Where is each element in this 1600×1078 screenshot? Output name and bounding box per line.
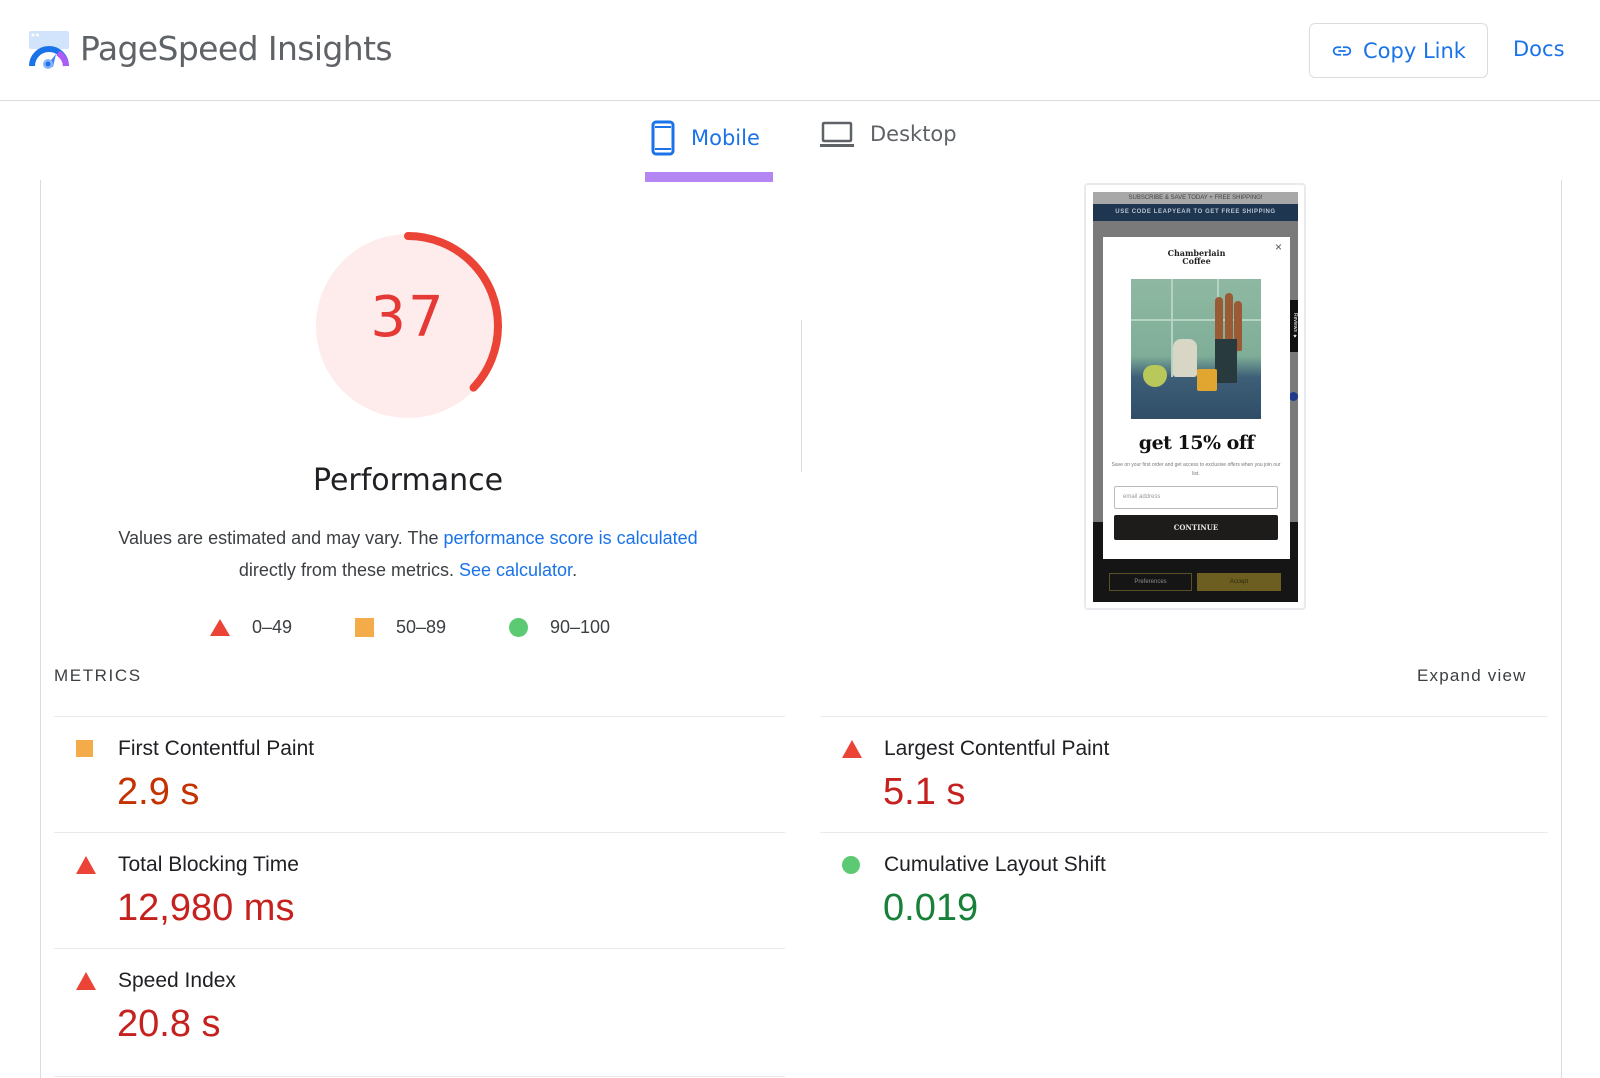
metric-label: Speed Index [118,969,236,992]
tab-desktop[interactable]: Desktop [820,120,957,148]
smartphone-icon [651,120,675,156]
link-icon [1332,45,1352,56]
square-icon [355,618,374,637]
score-calculated-link[interactable]: performance score is calculated [444,528,698,548]
desc-suffix: . [572,560,578,580]
metric-value: 2.9 s [117,771,200,813]
circle-icon [842,856,860,874]
triangle-icon [76,972,96,990]
metric-largest-contentful-paint: Largest Contentful Paint 5.1 s [820,716,1540,828]
legend-pass-label: 90–100 [550,617,611,637]
legend-fail-label: 0–49 [252,617,293,637]
brand-line-2: Coffee [1182,256,1211,266]
divider [54,1076,785,1077]
metric-label: First Contentful Paint [118,737,315,760]
photo-detail [1143,365,1167,387]
legend-pass: 90–100 [509,617,610,638]
metric-label: Total Blocking Time [118,853,299,876]
copy-link-label: Copy Link [1363,38,1466,63]
metric-cumulative-layout-shift: Cumulative Layout Shift 0.019 [820,832,1540,944]
screenshot-continue-button: CONTINUE [1114,515,1278,540]
screenshot-brand-logo: Chamberlain Coffee [1103,249,1290,265]
metric-value: 12,980 ms [117,887,295,929]
card-border-right [1561,180,1562,1078]
metric-first-contentful-paint: First Contentful Paint 2.9 s [54,716,774,828]
photo-detail [1197,369,1217,391]
screenshot-preferences-button: Preferences [1109,573,1192,591]
screenshot-content: SUBSCRIBE & SAVE TODAY + FREE SHIPPING! … [1093,192,1298,602]
performance-score: 37 [370,285,446,350]
active-tab-indicator [645,172,773,182]
metric-speed-index: Speed Index 20.8 s [54,948,774,1060]
screenshot-subtext: Save on your first order and get access … [1111,462,1281,477]
triangle-icon [76,856,96,874]
docs-link[interactable]: Docs [1513,37,1565,61]
desc-text-2: directly from these metrics. [238,560,459,580]
app-title: PageSpeed Insights [80,29,393,68]
pagespeed-logo-icon [29,31,69,69]
score-legend: 0–49 50–89 90–100 [0,617,816,641]
top-header: PageSpeed Insights Copy Link Docs [0,0,1600,101]
screenshot-accept-button: Accept [1197,573,1281,591]
legend-average-label: 50–89 [396,617,447,637]
page-screenshot-thumbnail: SUBSCRIBE & SAVE TODAY + FREE SHIPPING! … [1084,183,1306,610]
photo-detail [1215,339,1237,383]
screenshot-headline: get 15% off [1138,432,1255,454]
metric-value: 0.019 [883,887,979,929]
performance-description: Values are estimated and may vary. The p… [90,522,726,586]
device-tabs: Mobile Desktop [0,102,1600,182]
screenshot-banner-code: USE CODE LEAPYEAR TO GET FREE SHIPPING [1093,204,1298,221]
metric-total-blocking-time: Total Blocking Time 12,980 ms [54,832,774,944]
tab-desktop-label: Desktop [870,122,957,146]
photo-detail [1173,339,1197,377]
metric-value: 5.1 s [883,771,966,813]
screenshot-product-photo [1131,279,1261,419]
screenshot-banner-top: SUBSCRIBE & SAVE TODAY + FREE SHIPPING! [1093,192,1298,204]
desc-text: Values are estimated and may vary. The [118,528,444,548]
tab-mobile-label: Mobile [691,126,760,150]
photo-detail [1225,293,1233,343]
metric-label: Largest Contentful Paint [884,737,1110,760]
metric-value: 20.8 s [117,1003,221,1045]
performance-title: Performance [312,463,504,498]
accessibility-icon [1289,392,1298,401]
legend-average: 50–89 [355,617,446,638]
square-icon [76,740,93,757]
laptop-icon [820,121,854,147]
vertical-divider [801,320,802,472]
see-calculator-link[interactable]: See calculator [459,560,572,580]
legend-fail: 0–49 [210,617,292,638]
screenshot-popup-modal: × Chamberlain Coffee get 15% off Save on … [1103,237,1290,559]
expand-view-button[interactable]: Expand view [1417,666,1527,686]
triangle-icon [210,619,230,636]
copy-link-button[interactable]: Copy Link [1309,23,1488,78]
metrics-heading: METRICS [54,666,142,685]
circle-icon [509,618,528,637]
screenshot-email-field: email address [1114,486,1278,509]
tab-mobile[interactable]: Mobile [651,120,760,156]
triangle-icon [842,740,862,758]
metric-label: Cumulative Layout Shift [884,853,1106,876]
